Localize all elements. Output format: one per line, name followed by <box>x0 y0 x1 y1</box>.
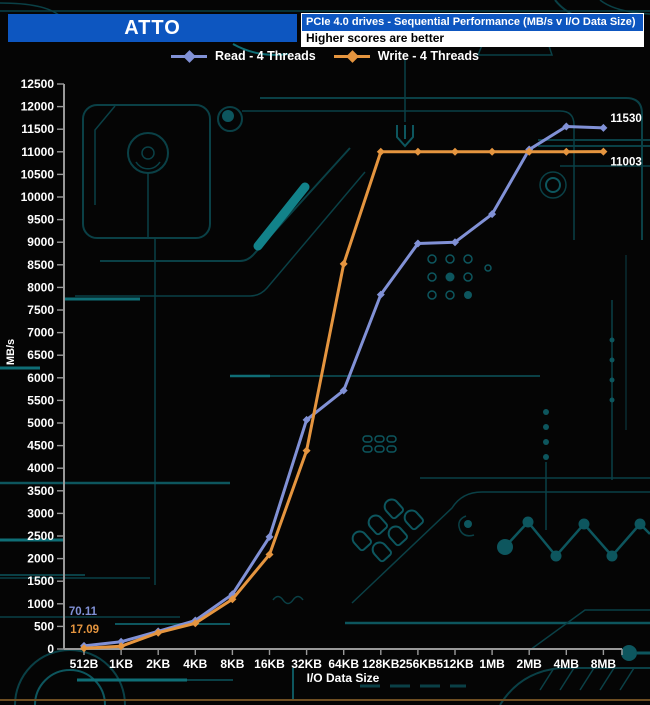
data-point-value-label: 70.11 <box>69 606 98 618</box>
legend-label-read: Read - 4 Threads <box>215 49 316 63</box>
y-tick-label: 6000 <box>27 371 54 385</box>
x-tick-label: 8MB <box>591 657 617 671</box>
y-tick-label: 12000 <box>21 100 55 114</box>
x-tick-label: 2MB <box>517 657 543 671</box>
x-tick-label: 1MB <box>479 657 505 671</box>
y-tick-label: 4000 <box>27 461 54 475</box>
y-tick-label: 4500 <box>27 439 54 453</box>
y-tick-label: 500 <box>34 619 54 633</box>
write-data-point-marker <box>303 447 311 455</box>
x-tick-label: 4KB <box>183 657 207 671</box>
x-tick-label: 512KB <box>436 657 474 671</box>
legend-item-write: Write - 4 Threads <box>334 49 479 63</box>
y-tick-label: 6500 <box>27 348 54 362</box>
legend-item-read: Read - 4 Threads <box>171 49 316 63</box>
read-series-marker-icon <box>171 55 207 58</box>
write-data-point-marker <box>340 260 348 268</box>
y-tick-label: 10500 <box>21 167 55 181</box>
x-tick-label: 4MB <box>554 657 580 671</box>
write-data-point-marker <box>451 148 459 156</box>
x-tick-label: 32KB <box>291 657 322 671</box>
read-data-point-marker <box>599 124 607 132</box>
y-tick-label: 5500 <box>27 393 54 407</box>
y-tick-label: 7500 <box>27 303 54 317</box>
chart-subtitle: Higher scores are better <box>302 31 643 46</box>
y-tick-label: 5000 <box>27 416 54 430</box>
read-series-line <box>84 126 603 645</box>
bottom-divider <box>0 699 650 701</box>
y-tick-label: 10000 <box>21 190 55 204</box>
write-data-point-marker <box>377 148 385 156</box>
y-tick-label: 12500 <box>21 77 55 91</box>
x-tick-label: 2KB <box>146 657 170 671</box>
chart-legend: Read - 4 Threads Write - 4 Threads <box>0 49 650 63</box>
x-tick-label: 256KB <box>399 657 437 671</box>
y-tick-label: 2500 <box>27 529 54 543</box>
x-tick-label: 512B <box>70 657 99 671</box>
axis-lines <box>64 84 622 649</box>
write-data-point-marker <box>562 148 570 156</box>
x-tick-label: 8KB <box>220 657 244 671</box>
data-point-value-label: 11530 <box>610 113 641 125</box>
y-axis-title: MB/s <box>5 339 17 365</box>
write-data-point-marker <box>414 148 422 156</box>
x-tick-label: 1KB <box>109 657 133 671</box>
y-tick-label: 7000 <box>27 326 54 340</box>
y-tick-label: 9000 <box>27 235 54 249</box>
chart-title-box: PCIe 4.0 drives - Sequential Performance… <box>301 13 644 47</box>
performance-line-chart: 0 500 1000 1500 2000 2500 3000 3500 4000 4500 5000… <box>0 0 650 705</box>
data-point-value-label: 17.09 <box>70 624 99 636</box>
brand-label: ATTO <box>124 17 181 40</box>
y-tick-label: 9500 <box>27 213 54 227</box>
write-data-point-marker <box>599 148 607 156</box>
chart-title: PCIe 4.0 drives - Sequential Performance… <box>302 14 643 31</box>
y-tick-label: 0 <box>47 642 54 656</box>
y-tick-label: 8000 <box>27 280 54 294</box>
data-point-value-label: 11003 <box>610 157 641 169</box>
y-tick-label: 8500 <box>27 258 54 272</box>
write-series-marker-icon <box>334 55 370 58</box>
y-tick-label: 2000 <box>27 552 54 566</box>
y-tick-label: 11000 <box>21 145 54 159</box>
y-tick-label: 3500 <box>27 484 54 498</box>
x-tick-label: 16KB <box>254 657 285 671</box>
legend-label-write: Write - 4 Threads <box>378 49 479 63</box>
y-tick-label: 1000 <box>27 597 54 611</box>
y-tick-label: 11500 <box>21 122 54 136</box>
write-data-point-marker <box>488 148 496 156</box>
x-tick-label: 64KB <box>328 657 359 671</box>
write-series-line <box>84 152 603 649</box>
y-tick-label: 3000 <box>27 506 54 520</box>
x-tick-label: 128KB <box>362 657 400 671</box>
brand-banner: ATTO <box>8 14 297 42</box>
x-axis-title: I/O Data Size <box>307 671 380 685</box>
y-tick-label: 1500 <box>27 574 54 588</box>
